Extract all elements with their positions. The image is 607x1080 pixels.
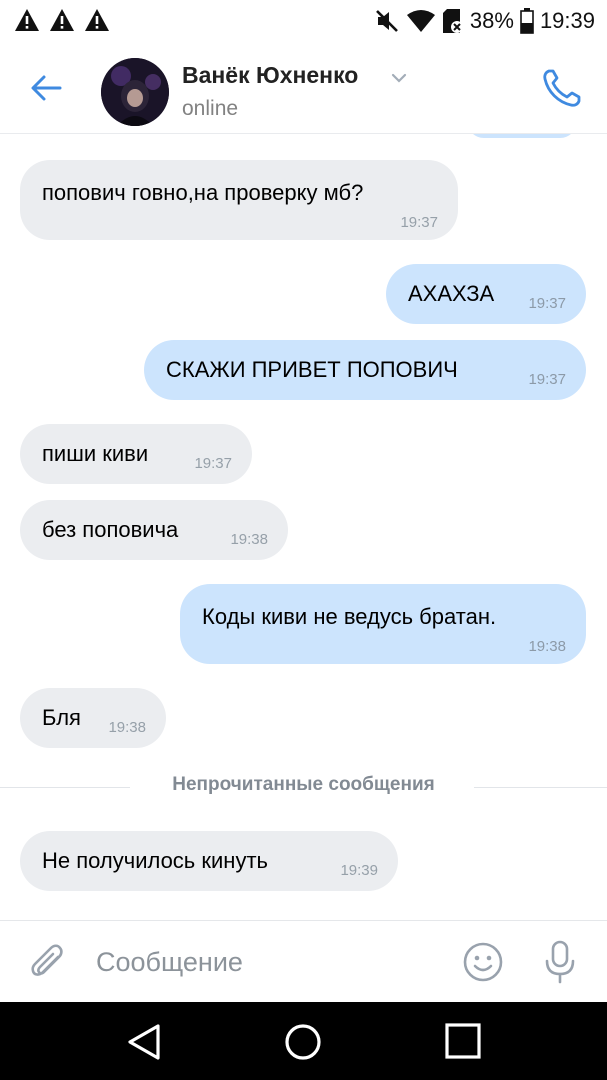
message-text: без поповича xyxy=(42,517,179,542)
message-time: 19:38 xyxy=(230,531,268,548)
message-time: 19:39 xyxy=(340,862,378,879)
message-time: 19:37 xyxy=(528,295,566,312)
message-bubble-incoming[interactable]: Не получилось кинуть 19:39 xyxy=(20,831,398,891)
unread-divider: Непрочитанные сообщения xyxy=(0,774,607,795)
message-time: 19:37 xyxy=(400,214,438,231)
message-bubble-incoming[interactable]: Бля 19:38 xyxy=(20,688,166,748)
warning-icon xyxy=(50,9,74,31)
clock: 19:39 xyxy=(539,8,595,33)
microphone-icon[interactable] xyxy=(540,939,580,985)
wifi-icon xyxy=(406,10,435,32)
emoji-icon[interactable] xyxy=(462,941,504,983)
message-text: попович говно,на проверку мб? xyxy=(42,180,364,205)
message-bubble-incoming[interactable]: попович говно,на проверку мб? 19:37 xyxy=(20,160,458,240)
message-text: пиши киви xyxy=(42,441,149,466)
battery-percent: 38% xyxy=(469,8,514,33)
message-text: Не получилось кинуть xyxy=(42,848,268,873)
message-bubble-outgoing[interactable] xyxy=(467,134,577,138)
avatar-image xyxy=(101,58,169,126)
message-time: 19:38 xyxy=(108,719,146,736)
message-time: 19:37 xyxy=(194,455,232,472)
navigation-bar xyxy=(0,1002,607,1080)
message-time: 19:37 xyxy=(528,371,566,388)
message-text: СКАЖИ ПРИВЕТ ПОПОВИЧ xyxy=(166,357,458,382)
message-bubble-outgoing[interactable]: СКАЖИ ПРИВЕТ ПОПОВИЧ 19:37 xyxy=(144,340,586,400)
nav-recents-icon[interactable] xyxy=(445,1023,481,1059)
message-list[interactable]: попович говно,на проверку мб? 19:37 АХАХ… xyxy=(0,134,607,920)
nav-home-icon[interactable] xyxy=(284,1023,322,1061)
message-time: 19:38 xyxy=(528,638,566,655)
message-bubble-incoming[interactable]: без поповича 19:38 xyxy=(20,500,288,560)
warning-icon xyxy=(85,9,109,31)
contact-name[interactable]: Ванёк Юхненко xyxy=(182,62,358,89)
warning-icon xyxy=(15,9,39,31)
message-text: Коды киви не ведусь братан. xyxy=(202,604,497,629)
message-bubble-outgoing[interactable]: Коды киви не ведусь братан. 19:38 xyxy=(180,584,586,664)
chevron-down-icon[interactable] xyxy=(391,72,407,84)
message-bubble-incoming[interactable]: пиши киви 19:37 xyxy=(20,424,252,484)
unread-divider-label: Непрочитанные сообщения xyxy=(172,774,435,795)
paperclip-icon[interactable] xyxy=(28,941,68,983)
mute-icon xyxy=(375,10,398,32)
avatar[interactable] xyxy=(101,58,169,126)
nav-back-icon[interactable] xyxy=(125,1022,163,1062)
back-arrow-icon[interactable] xyxy=(26,70,66,106)
message-bubble-outgoing[interactable]: АХАХЗА 19:37 xyxy=(386,264,586,324)
battery-icon xyxy=(520,8,534,34)
message-composer xyxy=(0,920,607,1002)
message-input[interactable] xyxy=(96,939,426,985)
message-text: АХАХЗА xyxy=(408,281,495,306)
chat-header: Ванёк Юхненко online xyxy=(0,42,607,134)
status-bar: 38% 19:39 xyxy=(0,0,607,42)
contact-status: online xyxy=(182,97,239,120)
message-text: Бля xyxy=(42,705,81,730)
sd-card-icon xyxy=(442,9,463,33)
phone-icon[interactable] xyxy=(540,66,584,110)
